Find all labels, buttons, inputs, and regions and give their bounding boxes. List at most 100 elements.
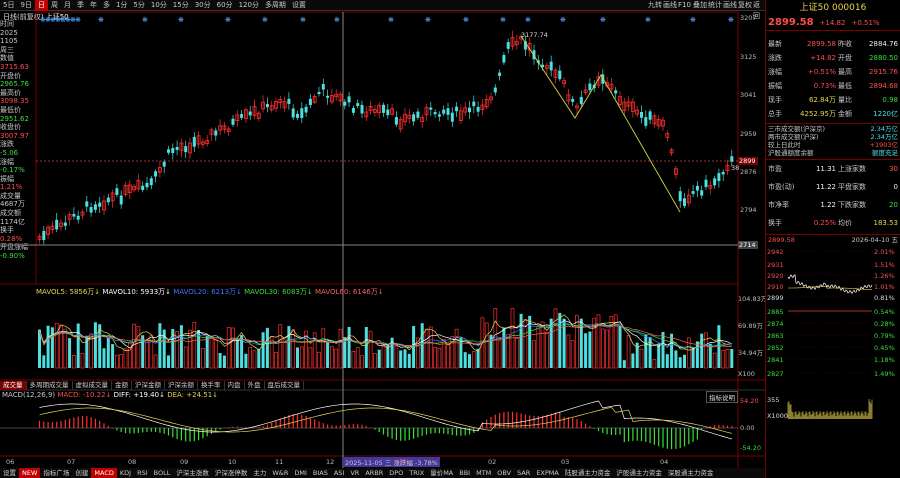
volume-bar bbox=[618, 326, 622, 368]
turnover-note-value: 额度充足 bbox=[872, 149, 898, 157]
intraday-price-tick: 2874 bbox=[767, 320, 784, 328]
indicator-button[interactable]: 设置 bbox=[0, 468, 19, 478]
quote-value: 0.73% bbox=[813, 82, 836, 90]
candle-body bbox=[175, 146, 179, 150]
quote-label: 昨收 bbox=[838, 40, 852, 48]
quote-label: 量比 bbox=[838, 96, 852, 104]
volume-bar bbox=[412, 326, 416, 368]
candle-body bbox=[437, 114, 441, 117]
indicator-button[interactable]: MACD bbox=[91, 468, 117, 478]
quote-label: 总手 bbox=[768, 110, 782, 118]
indicator-tab[interactable]: 成交量 bbox=[0, 381, 27, 390]
volume-bar bbox=[153, 354, 158, 369]
intraday-price-tick: 2841 bbox=[767, 356, 784, 364]
candle-body bbox=[287, 98, 291, 104]
indicator-tab[interactable]: 沪深金额 bbox=[132, 381, 165, 390]
breadth-value: 30 bbox=[889, 165, 898, 173]
indicator-button[interactable]: 深股通主力资金 bbox=[665, 468, 717, 478]
candle-body bbox=[730, 156, 734, 162]
macd-lines bbox=[39, 400, 732, 440]
indicator-button[interactable]: BOLL bbox=[151, 468, 174, 478]
indicator-button[interactable]: TRIX bbox=[406, 468, 427, 478]
indicator-button[interactable]: SAR bbox=[514, 468, 533, 478]
candle-body bbox=[55, 219, 59, 230]
indicator-tab[interactable]: 外盘 bbox=[245, 381, 265, 390]
indicator-button[interactable]: RSI bbox=[134, 468, 151, 478]
kline-chart-svg[interactable]: ❋ ❋ ❋ ❋ ❋ ❋ ❋ ❋ ❋ ❋ ❋ ❋ ❋ ❋ ❋ ❋ ❋ ❋ ❋ ❋ ❋ ❋ ❋ ❋ ❋ bbox=[0, 0, 765, 478]
volume-bar bbox=[338, 328, 343, 369]
indicator-tab[interactable]: 金额 bbox=[112, 381, 132, 390]
candle-body bbox=[493, 87, 497, 93]
breadth-value: 0.25% bbox=[813, 219, 836, 227]
volume-bar bbox=[678, 357, 682, 368]
indicator-button[interactable]: ASI bbox=[331, 468, 348, 478]
indicator-button[interactable]: ARBR bbox=[362, 468, 386, 478]
indicator-tab[interactable]: 内盘 bbox=[225, 381, 245, 390]
indicator-tab[interactable]: 虚拟成交量 bbox=[73, 381, 112, 390]
indicator-button[interactable]: 创建 bbox=[72, 468, 91, 478]
intraday-price-tick: 2910 bbox=[767, 283, 784, 291]
candle-body bbox=[640, 112, 643, 118]
intraday-price-tick: 2942 bbox=[767, 248, 784, 256]
volume-bar bbox=[119, 354, 124, 369]
indicator-tabs: 成交量 多周期成交量 虚拟成交量 金额 沪深金额 沪深余额 换手率 内盘 外盘 盘后成交量 bbox=[0, 381, 304, 390]
indicator-button[interactable]: 沪深涨停数 bbox=[212, 468, 251, 478]
quote-value: +14.82 bbox=[810, 54, 836, 62]
indicator-tab[interactable]: 换手率 bbox=[198, 381, 225, 390]
candle-body bbox=[386, 109, 390, 116]
quote-value: +0.51% bbox=[807, 68, 836, 76]
indicator-tab[interactable]: 盘后成交量 bbox=[265, 381, 304, 390]
date-tick: 07 bbox=[67, 458, 76, 466]
macd-histogram bbox=[0, 411, 738, 450]
quote-row: 最新 2899.58 昨收 2884.76 bbox=[766, 37, 900, 51]
turnover-note-value: 2.34万亿 bbox=[870, 125, 898, 133]
volume-legend: MAVOL5: 5856万↓ MAVOL10: 5933万↓ MAVOL20: … bbox=[36, 287, 384, 297]
volume-bar bbox=[287, 326, 291, 368]
intraday-price-tick: 2920 bbox=[767, 272, 784, 280]
indicator-tab[interactable]: 沪深余额 bbox=[165, 381, 198, 390]
security-title: 上证50 000016 bbox=[799, 3, 867, 13]
indicator-button[interactable]: 沪股通主力资金 bbox=[613, 468, 665, 478]
indicator-button[interactable]: 量价MA bbox=[427, 468, 456, 478]
turnover-note-value: 2.34万亿 bbox=[870, 133, 898, 141]
indicator-button[interactable]: NEW bbox=[19, 468, 41, 478]
intraday-chart[interactable]: 2942 2.01% 2931 1.51% 2920 1.26% 2910 1.01% 2899… bbox=[766, 245, 900, 421]
indicator-button[interactable]: 指标广场 bbox=[40, 468, 72, 478]
candle-body bbox=[429, 107, 433, 110]
candle-body bbox=[648, 111, 652, 120]
indicator-button[interactable]: OBV bbox=[494, 468, 514, 478]
volume-bar bbox=[540, 321, 545, 369]
indicator-button[interactable]: VR bbox=[347, 468, 362, 478]
candle-body bbox=[412, 114, 416, 122]
indicator-button[interactable]: BIAS bbox=[310, 468, 331, 478]
volume-bar bbox=[347, 326, 351, 368]
intraday-pct-tick: 2.01% bbox=[874, 248, 895, 256]
date-tick: 02 bbox=[488, 458, 497, 466]
indicator-button[interactable]: DMI bbox=[291, 468, 310, 478]
indicator-button[interactable]: W&R bbox=[269, 468, 291, 478]
breadth-table: 市盈 11.31 上涨家数 30 市盈(动) 11.22 平盘家数 0 市净率 1.22 下跌家数 2… bbox=[766, 159, 900, 232]
candle-body bbox=[72, 213, 76, 217]
indicator-tab[interactable]: 多周期成交量 bbox=[27, 381, 73, 390]
turnover-note-value: +1903亿 bbox=[869, 141, 899, 149]
indicator-button[interactable]: DPO bbox=[386, 468, 406, 478]
indicator-button[interactable]: BBI bbox=[456, 468, 473, 478]
indicator-button[interactable]: 主力 bbox=[250, 468, 269, 478]
indicator-button[interactable]: KDJ bbox=[117, 468, 134, 478]
price-tick: 3125 bbox=[740, 53, 757, 61]
indicator-button[interactable]: 陆股通主力资金 bbox=[562, 468, 614, 478]
indicator-help-button[interactable]: 指标说明 bbox=[706, 391, 738, 403]
candle-body bbox=[321, 84, 325, 90]
candle-body bbox=[296, 113, 299, 118]
volume-bar bbox=[463, 352, 467, 368]
indicator-button[interactable]: 沪深主涨数 bbox=[173, 468, 212, 478]
intraday-pct-tick: 0.45% bbox=[874, 344, 895, 352]
volume-bar bbox=[407, 353, 411, 368]
volume-bar bbox=[558, 312, 562, 368]
volume-bar bbox=[326, 342, 330, 368]
indicator-button[interactable]: EXPMA bbox=[533, 468, 562, 478]
candle-body bbox=[721, 171, 725, 175]
event-marker: ❋ bbox=[525, 16, 531, 24]
breadth-row: 市盈 11.31 上涨家数 30 bbox=[766, 160, 900, 178]
indicator-button[interactable]: MTM bbox=[473, 468, 494, 478]
